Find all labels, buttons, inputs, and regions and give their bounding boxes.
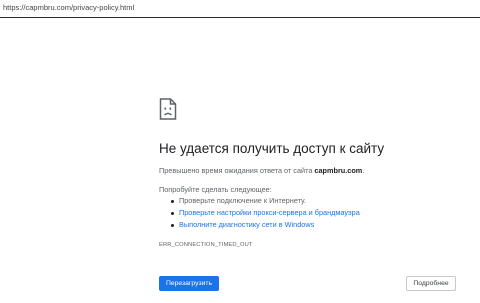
sad-page-icon: [159, 98, 177, 120]
error-description: Превышено время ожидания ответа от сайта…: [159, 166, 364, 175]
description-suffix: .: [362, 166, 365, 175]
error-title: Не удается получить доступ к сайту: [159, 141, 385, 156]
details-button[interactable]: Подробнее: [406, 276, 456, 291]
proxy-firewall-link[interactable]: Проверьте настройки прокси-сервера и бра…: [179, 208, 360, 217]
reload-button[interactable]: Перезагрузить: [159, 276, 219, 291]
network-diagnostics-link[interactable]: Выполните диагностику сети в Windows: [179, 220, 314, 229]
suggestions-list: Проверьте подключение к Интернету. Прове…: [159, 197, 360, 233]
description-host: capmbru.com: [314, 166, 363, 175]
url-text[interactable]: https://capmbru.com/privacy-policy.html: [3, 3, 134, 12]
suggestion-text: Проверьте подключение к Интернету.: [179, 196, 306, 205]
description-prefix: Превышено время ожидания ответа от сайта: [159, 166, 315, 175]
address-bar[interactable]: https://capmbru.com/privacy-policy.html: [0, 0, 480, 18]
suggestions-heading: Попробуйте сделать следующее:: [159, 185, 272, 194]
error-code: ERR_CONNECTION_TIMED_OUT: [159, 242, 253, 248]
suggestion-network-diagnostics[interactable]: Выполните диагностику сети в Windows: [159, 221, 360, 233]
